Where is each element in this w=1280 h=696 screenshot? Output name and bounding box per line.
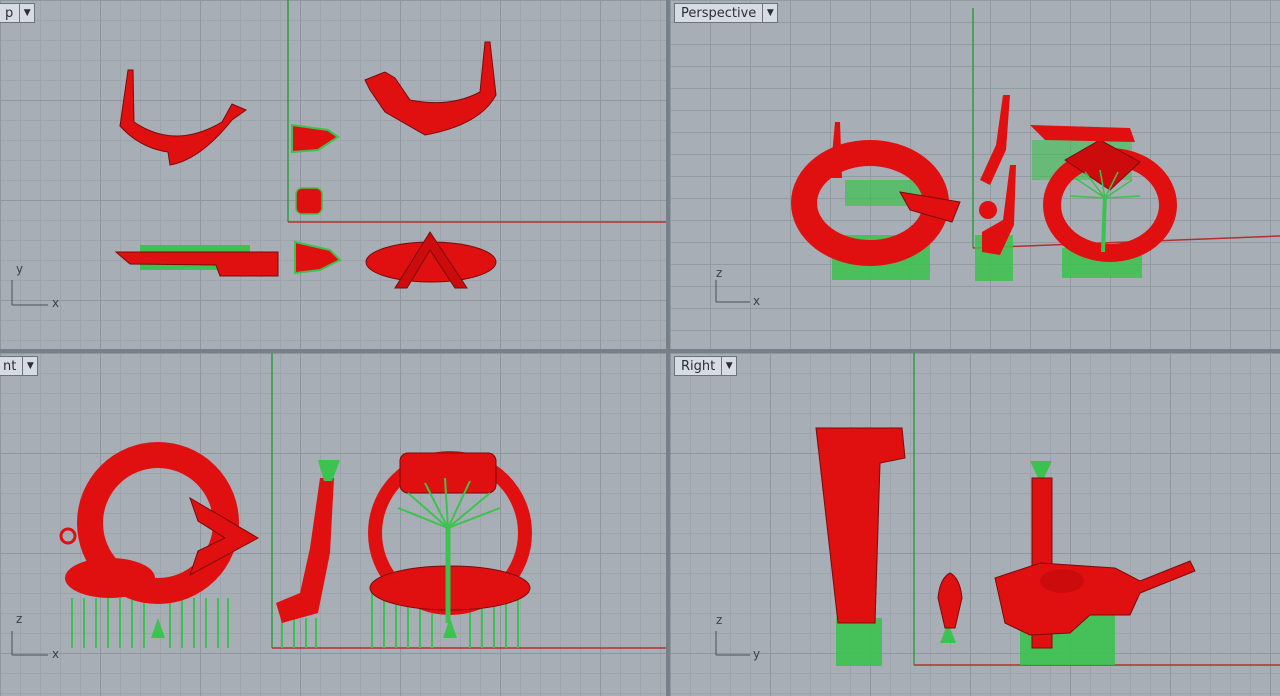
viewport-right[interactable]: Right ▼ z y [670, 353, 1280, 696]
axis-label-horizontal: x [52, 647, 60, 661]
viewport-top[interactable]: p ▼ y x [0, 0, 666, 349]
viewport-perspective[interactable]: Perspective ▼ z x [670, 0, 1280, 349]
axis-label-horizontal: x [753, 294, 761, 308]
axis-label-horizontal: y [753, 647, 761, 661]
axis-label-horizontal: x [52, 296, 60, 310]
viewport-front[interactable]: nt ▼ z x [0, 353, 666, 696]
axis-gizmo [715, 631, 750, 656]
axis-label-vertical: z [16, 612, 23, 626]
axis-label-vertical: z [716, 613, 723, 627]
axis-gizmo [11, 631, 48, 656]
axis-label-vertical: y [16, 262, 24, 276]
axis-label-vertical: z [716, 266, 723, 280]
axis-gizmo [11, 280, 48, 306]
axis-gizmo [715, 280, 750, 303]
